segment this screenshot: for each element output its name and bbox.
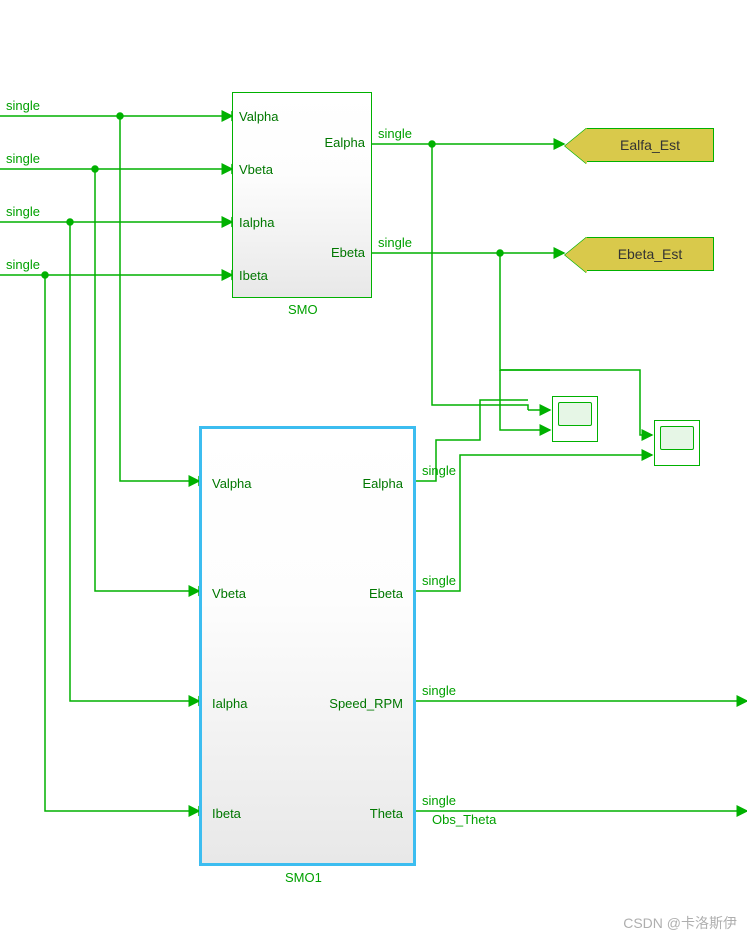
smo1-out-ealpha: Ealpha bbox=[363, 476, 403, 491]
scope-1-screen bbox=[558, 402, 592, 426]
scope-2-screen bbox=[660, 426, 694, 450]
smo1-in-valpha: Valpha bbox=[212, 476, 252, 491]
input-signal-4-label: single bbox=[6, 257, 40, 272]
goto-ebeta-label: Ebeta_Est bbox=[618, 246, 683, 262]
goto-ebeta-est[interactable]: Ebeta_Est bbox=[586, 237, 714, 271]
smo-out-ebeta: Ebeta bbox=[331, 245, 365, 260]
smo1-in-ialpha: Ialpha bbox=[212, 696, 247, 711]
smo-ealpha-sigtype: single bbox=[378, 126, 412, 141]
smo1-in-ibeta: Ibeta bbox=[212, 806, 241, 821]
smo-in-valpha: Valpha bbox=[239, 109, 279, 124]
smo1-block-name: SMO1 bbox=[285, 870, 322, 885]
goto-ealfa-label: Ealfa_Est bbox=[620, 137, 680, 153]
goto-ealfa-est[interactable]: Ealfa_Est bbox=[586, 128, 714, 162]
smo1-ealpha-sigtype: single bbox=[422, 463, 456, 478]
smo1-theta-sigtype: single bbox=[422, 793, 456, 808]
scope-2[interactable] bbox=[654, 420, 700, 466]
smo-in-vbeta: Vbeta bbox=[239, 162, 273, 177]
smo-in-ibeta: Ibeta bbox=[239, 268, 268, 283]
watermark: CSDN @卡洛斯伊 bbox=[623, 913, 737, 933]
scope-1[interactable] bbox=[552, 396, 598, 442]
smo-ebeta-sigtype: single bbox=[378, 235, 412, 250]
smo-block[interactable]: Valpha Vbeta Ialpha Ibeta Ealpha Ebeta bbox=[232, 92, 372, 298]
smo1-out-theta: Theta bbox=[370, 806, 403, 821]
smo-out-ealpha: Ealpha bbox=[325, 135, 365, 150]
smo1-block[interactable]: Valpha Vbeta Ialpha Ibeta Ealpha Ebeta S… bbox=[199, 426, 416, 866]
smo1-speed-sigtype: single bbox=[422, 683, 456, 698]
input-signal-2-label: single bbox=[6, 151, 40, 166]
smo1-out-speed: Speed_RPM bbox=[329, 696, 403, 711]
smo-in-ialpha: Ialpha bbox=[239, 215, 274, 230]
smo-block-name: SMO bbox=[288, 302, 318, 317]
input-signal-1-label: single bbox=[6, 98, 40, 113]
input-signal-3-label: single bbox=[6, 204, 40, 219]
smo1-ebeta-sigtype: single bbox=[422, 573, 456, 588]
smo1-in-vbeta: Vbeta bbox=[212, 586, 246, 601]
smo1-out-ebeta: Ebeta bbox=[369, 586, 403, 601]
obs-theta-label: Obs_Theta bbox=[432, 812, 496, 827]
